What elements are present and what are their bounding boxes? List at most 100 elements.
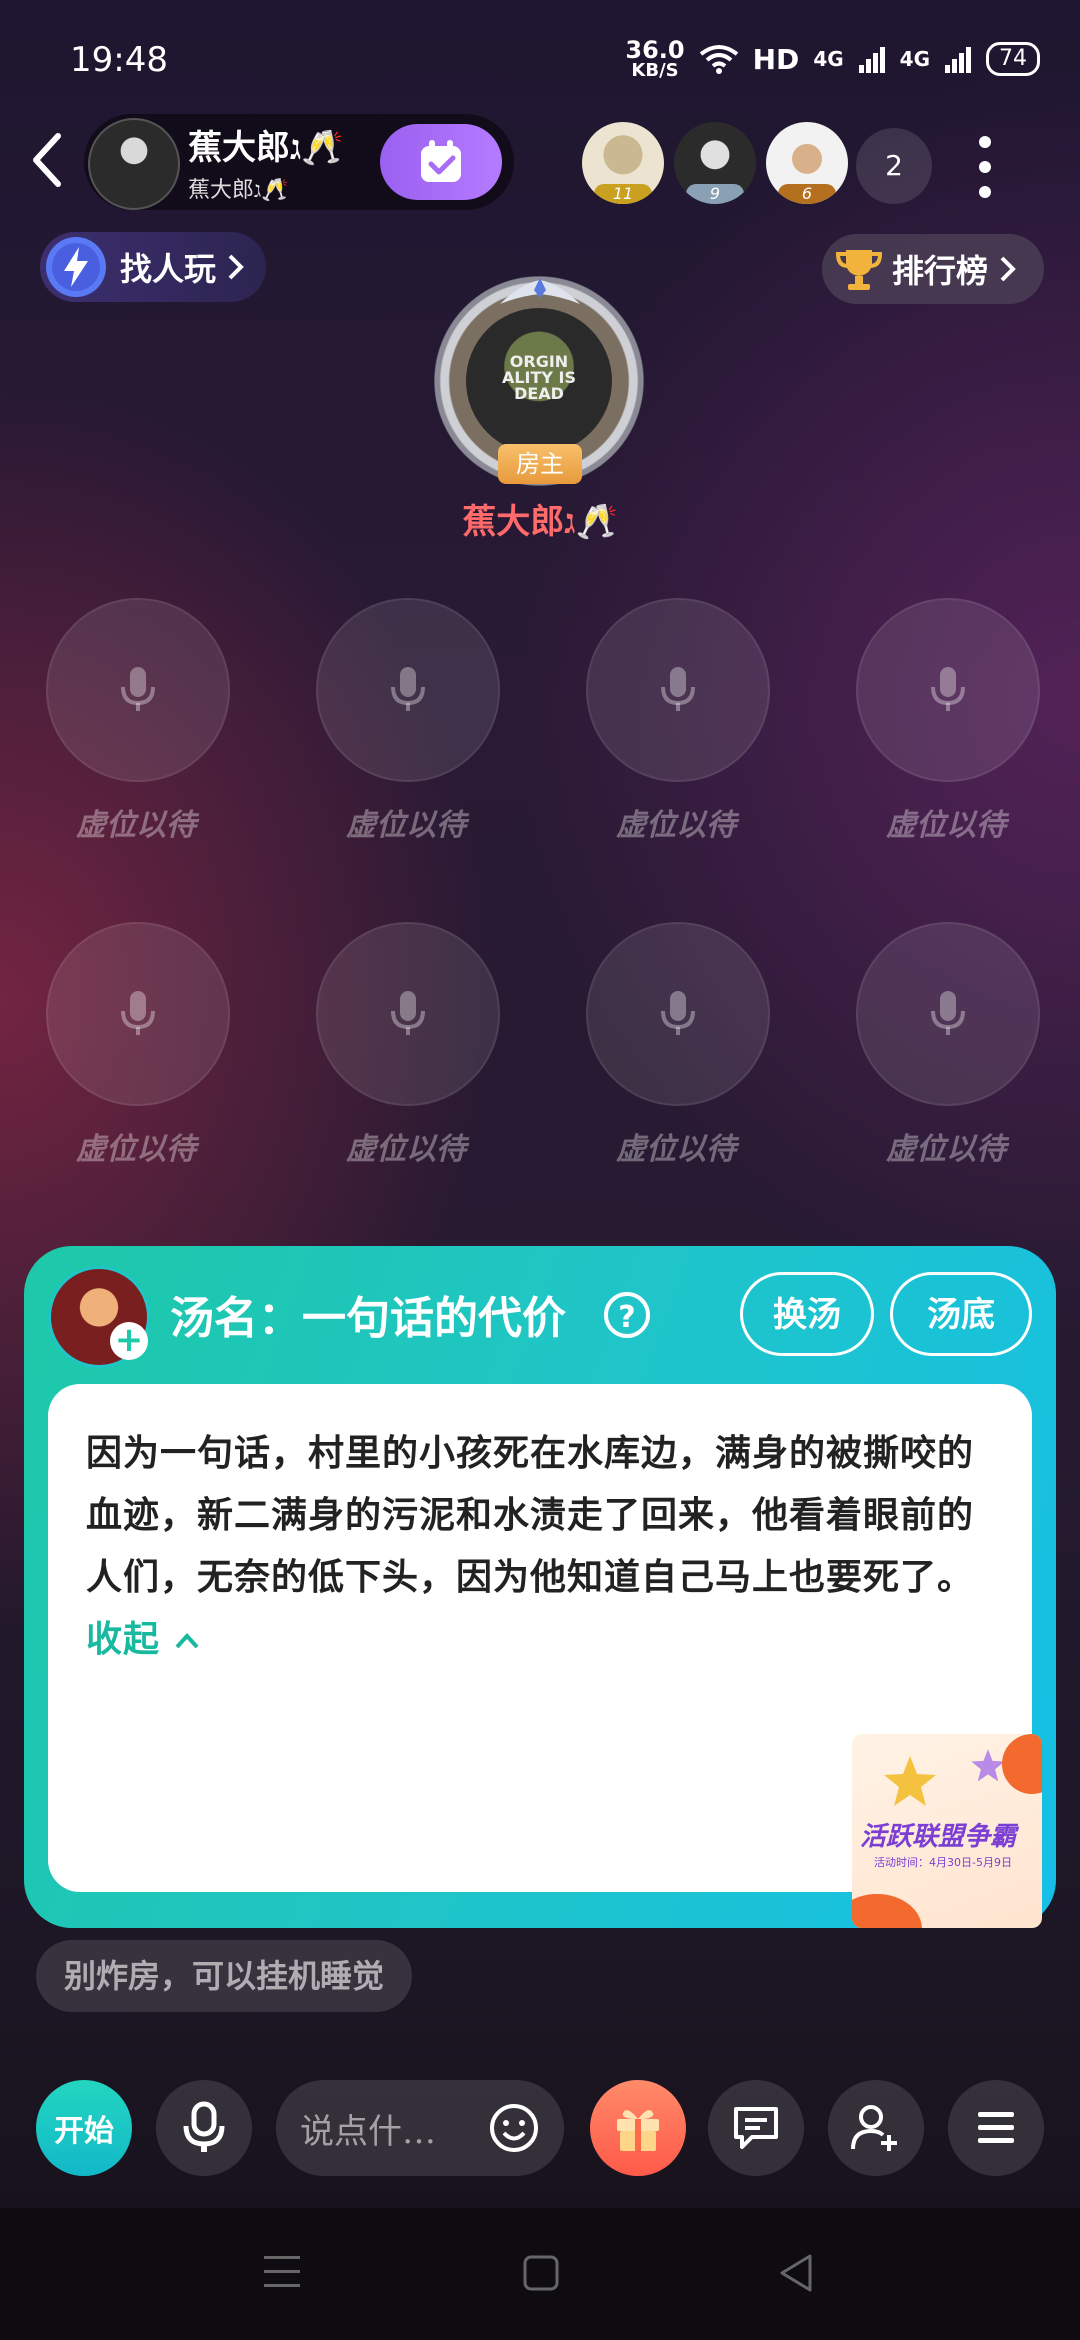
- event-banner[interactable]: 活跃联盟争霸 活动时间：4月30日-5月9日: [852, 1734, 1042, 1928]
- sim1-label: 4G: [813, 47, 844, 71]
- more-vertical-icon[interactable]: [972, 132, 998, 202]
- hamburger-menu-icon: [978, 2112, 1014, 2143]
- menu-button[interactable]: [948, 2080, 1044, 2176]
- empty-seat[interactable]: [586, 598, 770, 782]
- star-icon: [971, 1749, 1005, 1782]
- room-name: 蕉大郎ג🥂: [188, 128, 344, 168]
- system-nav-bar: [0, 2208, 1080, 2340]
- leaderboard-label: 排行榜: [892, 252, 989, 290]
- event-decoration: [852, 1894, 922, 1928]
- gift-button[interactable]: [590, 2080, 686, 2176]
- empty-seat[interactable]: [46, 922, 230, 1106]
- room-notice: 别炸房，可以挂机睡觉: [36, 1940, 413, 2012]
- room-sub-name: 蕉大郎ג🥂: [188, 178, 289, 203]
- audience-count[interactable]: 2: [856, 128, 932, 204]
- trophy-icon: [835, 250, 883, 290]
- collapse-label: 收起: [86, 1618, 161, 1660]
- follow-plus-icon[interactable]: +: [110, 1322, 148, 1360]
- wifi-icon: [699, 45, 738, 74]
- microphone-icon: [121, 991, 155, 1035]
- microphone-icon: [391, 667, 425, 711]
- chat-bubble-icon: [734, 2107, 778, 2149]
- signal-icon: [858, 47, 885, 73]
- message-button[interactable]: [708, 2080, 804, 2176]
- network-speed-unit: KB/S: [631, 60, 679, 81]
- gift-icon: [617, 2110, 659, 2151]
- room-owner-avatar[interactable]: [88, 118, 180, 210]
- audience-level-badge: 6: [778, 184, 836, 204]
- back-arrow-icon[interactable]: [28, 130, 68, 190]
- microphone-icon: [391, 991, 425, 1035]
- empty-seat[interactable]: [46, 598, 230, 782]
- chevron-right-icon: [1000, 256, 1016, 282]
- microphone-icon: [121, 667, 155, 711]
- crown-icon: [500, 278, 580, 304]
- soup-text: 因为一句话，村里的小孩死在水库边，满身的被撕咬的血迹，新二满身的污泥和水渍走了回…: [86, 1432, 975, 1598]
- status-bar: 19:48 36.0 KB/S HD 4G 4G 74: [0, 0, 1080, 120]
- microphone-icon: [183, 2101, 225, 2152]
- empty-seat[interactable]: [856, 598, 1040, 782]
- seat-label: 虚位以待: [886, 808, 1006, 843]
- audience-avatar[interactable]: 9: [674, 122, 756, 204]
- find-play-label: 找人玩: [120, 250, 217, 288]
- recent-apps-icon[interactable]: [262, 2254, 302, 2290]
- soup-title: 汤名：一句话的代价: [170, 1293, 566, 1344]
- microphone-icon: [931, 667, 965, 711]
- network-speed-value: 36.0: [625, 36, 685, 64]
- host-photo-text: ORGIN ALITY IS DEAD: [501, 352, 577, 403]
- empty-seat[interactable]: [316, 598, 500, 782]
- soup-answer-button[interactable]: 汤底: [890, 1272, 1032, 1356]
- find-play-button[interactable]: 找人玩: [40, 232, 266, 302]
- microphone-icon: [931, 991, 965, 1035]
- sim2-label: 4G: [899, 47, 930, 71]
- hd-label: HD: [752, 42, 800, 76]
- start-button[interactable]: 开始: [36, 2080, 132, 2176]
- emoji-icon[interactable]: [488, 2102, 540, 2154]
- home-icon[interactable]: [522, 2254, 560, 2292]
- host-avatar[interactable]: ORGIN ALITY IS DEAD: [466, 308, 612, 454]
- seat-label: 虚位以待: [616, 808, 736, 843]
- calendar-check-icon: [421, 140, 461, 182]
- empty-seat[interactable]: [316, 922, 500, 1106]
- audience-avatar[interactable]: 11: [582, 122, 664, 204]
- seat-label: 虚位以待: [346, 1132, 466, 1167]
- invite-user-button[interactable]: [828, 2080, 924, 2176]
- status-icons: 36.0 KB/S HD 4G 4G 74: [625, 38, 1040, 80]
- help-icon[interactable]: ?: [604, 1292, 650, 1338]
- seat-label: 虚位以待: [616, 1132, 736, 1167]
- seat-label: 虚位以待: [886, 1132, 1006, 1167]
- empty-seat[interactable]: [856, 922, 1040, 1106]
- back-triangle-icon[interactable]: [776, 2252, 816, 2294]
- microphone-icon: [661, 667, 695, 711]
- star-icon: [884, 1756, 936, 1806]
- event-decoration: [1002, 1734, 1042, 1794]
- battery-indicator: 74: [986, 42, 1040, 76]
- host-name: 蕉大郎ג🥂: [462, 502, 618, 542]
- audience-level-badge: 9: [686, 184, 744, 204]
- seat-label: 虚位以待: [346, 808, 466, 843]
- event-title: 活跃联盟争霸: [860, 1822, 1017, 1852]
- room-checkin-button[interactable]: [380, 124, 502, 200]
- event-subtitle: 活动时间：4月30日-5月9日: [874, 1856, 1012, 1869]
- network-speed: 36.0 KB/S: [625, 38, 684, 80]
- signal-icon: [945, 47, 971, 73]
- audience-avatar[interactable]: 6: [766, 122, 848, 204]
- soup-content: 因为一句话，村里的小孩死在水库边，满身的被撕咬的血迹，新二满身的污泥和水渍走了回…: [86, 1422, 986, 1670]
- chevron-up-icon: [175, 1633, 199, 1649]
- switch-soup-button[interactable]: 换汤: [740, 1272, 874, 1356]
- start-label: 开始: [54, 2114, 114, 2149]
- mic-button[interactable]: [156, 2080, 252, 2176]
- audience-level-badge: 11: [594, 184, 652, 204]
- lightning-icon: [46, 237, 106, 297]
- collapse-button[interactable]: 收起: [86, 1618, 200, 1660]
- chat-input-placeholder: 说点什…: [300, 2112, 436, 2152]
- microphone-icon: [661, 991, 695, 1035]
- chevron-right-icon: [228, 254, 244, 280]
- host-badge: 房主: [498, 444, 582, 484]
- status-time: 19:48: [70, 40, 168, 80]
- add-user-icon: [851, 2105, 897, 2151]
- empty-seat[interactable]: [586, 922, 770, 1106]
- seat-label: 虚位以待: [76, 1132, 196, 1167]
- leaderboard-button[interactable]: 排行榜: [822, 234, 1044, 304]
- seat-label: 虚位以待: [76, 808, 196, 843]
